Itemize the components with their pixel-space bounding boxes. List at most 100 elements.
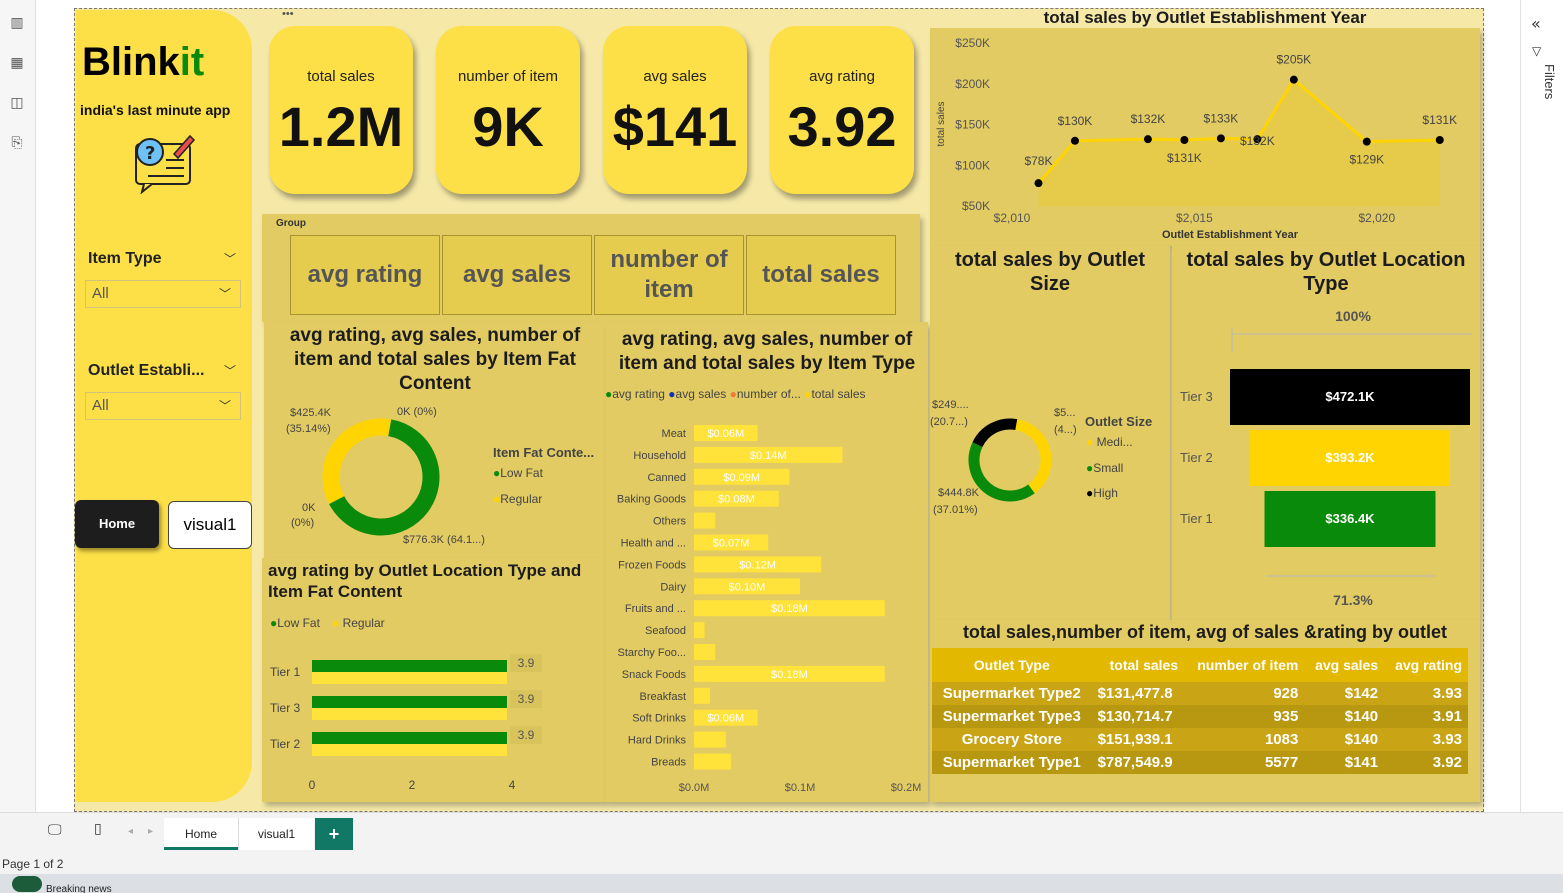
table-row[interactable]: Supermarket Type2 $131,477.8 928 $142 3.93 <box>932 682 1468 705</box>
table-row[interactable]: Grocery Store $151,939.1 1083 $140 3.93 <box>932 728 1468 751</box>
item-type-category-label: Canned <box>647 472 686 484</box>
y-tick-label: $250K <box>955 36 990 50</box>
table-row[interactable]: Supermarket Type3 $130,714.7 935 $140 3.91 <box>932 705 1468 728</box>
table-row[interactable]: Supermarket Type1 $787,549.9 5577 $141 3.92 <box>932 751 1468 774</box>
table-header-cell[interactable]: avg sales <box>1304 648 1385 682</box>
visual1-nav-button[interactable]: visual1 <box>168 501 252 549</box>
item-type-dropdown[interactable]: All ﹀ <box>85 280 241 308</box>
y-tick-label: $200K <box>955 77 990 91</box>
collapse-icon[interactable]: « <box>1531 14 1541 33</box>
year-line-title: total sales by Outlet Establishment Year <box>1043 8 1367 27</box>
news-widget-icon[interactable] <box>12 876 42 892</box>
table-cell: 1083 <box>1184 728 1305 751</box>
more-options-icon[interactable]: ••• <box>282 8 294 20</box>
fat-legend-regular[interactable]: ●Regular <box>493 492 542 506</box>
kpi-number-of-item: number of item 9K <box>436 26 580 194</box>
size-legend-high[interactable]: ●High <box>1086 486 1118 500</box>
table-view-icon[interactable]: ▦ <box>8 54 26 72</box>
item-type-slicer-title: Item Type <box>88 250 162 267</box>
y-tick-label: $50K <box>962 199 990 213</box>
item-type-bar <box>694 512 716 529</box>
fat-content-donut <box>322 418 440 536</box>
item-type-category-label: Breads <box>651 757 686 769</box>
tab-home[interactable]: Home <box>164 818 238 850</box>
line-point <box>1435 135 1444 144</box>
tier-fat-title: avg rating by Outlet Location Type and I… <box>268 561 582 601</box>
group-button-avg-sales[interactable]: avg sales <box>442 235 592 315</box>
line-point <box>1143 135 1152 144</box>
table-cell: Supermarket Type1 <box>932 751 1092 774</box>
tier-category-label: Tier 2 <box>270 737 301 751</box>
item-type-x-tick: $0.1M <box>785 782 816 794</box>
outlet-year-dropdown[interactable]: All ﹀ <box>85 392 241 420</box>
add-page-button[interactable]: + <box>315 818 353 850</box>
taskbar: Breaking news <box>0 874 1563 893</box>
line-data-label: $132K <box>1131 112 1166 126</box>
prev-page-icon[interactable]: ◂ <box>128 826 133 837</box>
fat-label-regular-value: $425.4K <box>290 407 331 419</box>
line-point <box>1289 75 1298 84</box>
line-data-label: $129K <box>1349 153 1384 167</box>
y-tick-label: $100K <box>955 158 990 172</box>
funnel-category-label: Tier 1 <box>1180 511 1213 526</box>
tier-bar-regular <box>312 672 507 684</box>
item-type-x-tick: $0.0M <box>679 782 710 794</box>
tier-fat-legend-lowfat[interactable]: ●Low Fat <box>270 616 320 630</box>
chevron-down-icon[interactable]: ﹀ <box>224 250 236 267</box>
item-type-x-tick: $0.2M <box>891 782 922 794</box>
item-type-data-label: $0.18M <box>771 669 808 681</box>
fat-label-zero: 0K <box>302 502 316 514</box>
group-button-avg-rating[interactable]: avg rating <box>290 235 440 315</box>
next-page-icon[interactable]: ▸ <box>148 826 153 837</box>
table-header-cell[interactable]: Outlet Type <box>932 648 1092 682</box>
mobile-layout-icon[interactable]: ▯ <box>94 821 102 837</box>
line-data-label: $78K <box>1024 154 1052 168</box>
item-type-bar <box>694 622 705 639</box>
table-cell: $787,549.9 <box>1091 751 1185 774</box>
news-widget-label: Breaking news <box>46 884 112 893</box>
donut-slice-small <box>968 442 1035 502</box>
outlet-table-title: total sales,number of item, avg of sales… <box>962 622 1448 642</box>
report-view-icon[interactable]: ▥ <box>8 14 26 32</box>
table-header-cell[interactable]: total sales <box>1091 648 1185 682</box>
table-cell: 3.93 <box>1384 728 1468 751</box>
line-data-label: $130K <box>1058 114 1093 128</box>
size-legend-medium[interactable]: ● Medi... <box>1086 435 1133 449</box>
group-label: Group <box>276 218 306 229</box>
item-type-category-label: Baking Goods <box>617 494 687 506</box>
chevron-down-icon[interactable]: ﹀ <box>224 362 236 379</box>
funnel-data-label: $336.4K <box>1325 511 1375 526</box>
filters-pane[interactable]: « ▽ Filters <box>1520 0 1563 812</box>
fat-legend-lowfat[interactable]: ●Low Fat <box>493 466 543 480</box>
line-point <box>1180 135 1189 144</box>
home-nav-button[interactable]: Home <box>75 500 159 548</box>
line-data-label: $205K <box>1276 53 1311 67</box>
table-cell: $151,939.1 <box>1091 728 1185 751</box>
fat-label-regular-pct: (35.14%) <box>286 423 331 435</box>
line-point <box>1216 134 1225 143</box>
desktop-layout-icon[interactable]: 🖵 <box>48 822 62 838</box>
dax-query-icon[interactable]: ⎘ <box>8 134 26 152</box>
tier-fat-legend-regular[interactable]: ● Regular <box>332 616 385 630</box>
tab-visual1[interactable]: visual1 <box>238 818 314 850</box>
table-header-cell[interactable]: number of item <box>1184 648 1305 682</box>
item-type-data-label: $0.06M <box>707 713 744 725</box>
funnel-data-label: $472.1K <box>1325 389 1375 404</box>
funnel-category-label: Tier 3 <box>1180 389 1213 404</box>
tier-fat-bar-chart: Tier 1 3.9 Tier 3 3.9 Tier 2 3.9 0 2 4 <box>270 654 542 792</box>
tier-data-label: 3.9 <box>518 656 535 670</box>
size-legend-small[interactable]: ●Small <box>1086 461 1123 475</box>
tier-bar-lowfat <box>312 732 507 744</box>
group-button-total-sales[interactable]: total sales <box>746 235 896 315</box>
help-chat-icon: ? <box>135 134 196 194</box>
item-type-data-label: $0.09M <box>723 472 760 484</box>
page-count: Page 1 of 2 <box>2 857 64 871</box>
item-type-legend: ●avg rating ●avg sales ●number of... ●to… <box>605 387 866 401</box>
chevron-down-icon: ﹀ <box>219 287 232 301</box>
item-type-bar <box>694 687 710 704</box>
item-type-category-label: Dairy <box>660 581 686 593</box>
group-button-number-of-item[interactable]: number of item <box>594 235 744 315</box>
line-point <box>1362 137 1371 146</box>
model-view-icon[interactable]: ◫ <box>8 94 26 112</box>
table-header-cell[interactable]: avg rating <box>1384 648 1468 682</box>
